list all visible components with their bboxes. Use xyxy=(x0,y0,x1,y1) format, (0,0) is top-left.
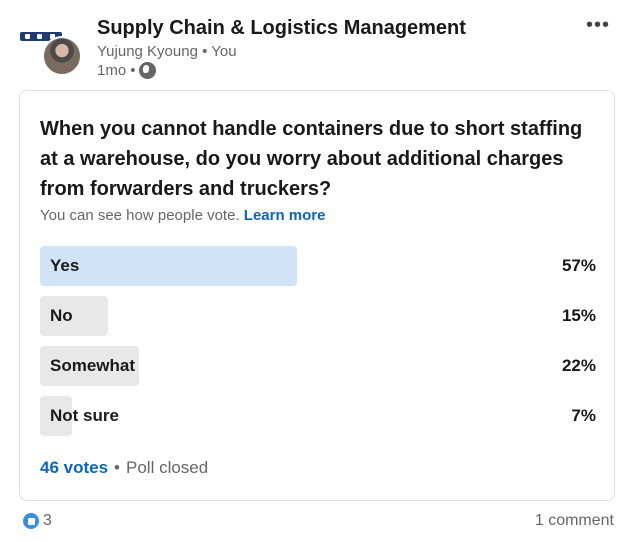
author-line: Yujung Kyoung • You xyxy=(97,43,237,60)
poll-option-percent: 15% xyxy=(561,306,596,325)
poll-option-percent: 57% xyxy=(561,256,596,275)
poll-card: When you cannot handle containers due to… xyxy=(19,90,615,501)
social-counts: 3 1 comment xyxy=(0,508,638,536)
time-line: 1mo • xyxy=(97,62,157,79)
poll-option-label: No xyxy=(50,306,73,325)
separator-dot: • xyxy=(202,43,212,60)
vote-count-link[interactable]: 46 votes xyxy=(40,458,108,478)
author-name[interactable]: Yujung Kyoung xyxy=(97,43,198,60)
group-name[interactable]: Supply Chain & Logistics Management xyxy=(97,17,466,40)
reaction-count[interactable]: 3 xyxy=(43,512,52,530)
comment-count-link[interactable]: 1 comment xyxy=(535,512,614,530)
poll-option-no: No 15% xyxy=(40,296,596,336)
poll-option-yes: Yes 57% xyxy=(40,246,596,286)
visibility-text: You can see how people vote. xyxy=(40,207,240,224)
poll-option-somewhat: Somewhat 22% xyxy=(40,346,596,386)
separator-dot: • xyxy=(130,62,136,79)
vote-visibility-note: You can see how people vote. Learn more xyxy=(40,207,325,224)
poll-option-label: Not sure xyxy=(50,406,119,425)
globe-icon xyxy=(139,62,157,79)
poll-option-label: Yes xyxy=(50,256,80,275)
poll-option-label: Somewhat xyxy=(50,356,136,375)
post-time: 1mo xyxy=(97,62,127,79)
poll-footer: 46 votes • Poll closed xyxy=(40,458,208,478)
poll-question: When you cannot handle containers due to… xyxy=(40,118,583,200)
post-header: Supply Chain & Logistics Management Yuju… xyxy=(0,0,638,90)
avatar[interactable] xyxy=(42,36,82,76)
poll-status: Poll closed xyxy=(126,458,209,477)
learn-more-link[interactable]: Learn more xyxy=(244,207,326,224)
poll-option-not-sure: Not sure 7% xyxy=(40,396,596,436)
like-reaction-icon[interactable] xyxy=(22,512,40,530)
more-options-icon[interactable]: ••• xyxy=(586,14,610,37)
separator-dot: • xyxy=(114,458,120,477)
poll-option-percent: 22% xyxy=(561,356,596,375)
author-badge: You xyxy=(211,43,237,60)
poll-option-percent: 7% xyxy=(571,406,596,425)
